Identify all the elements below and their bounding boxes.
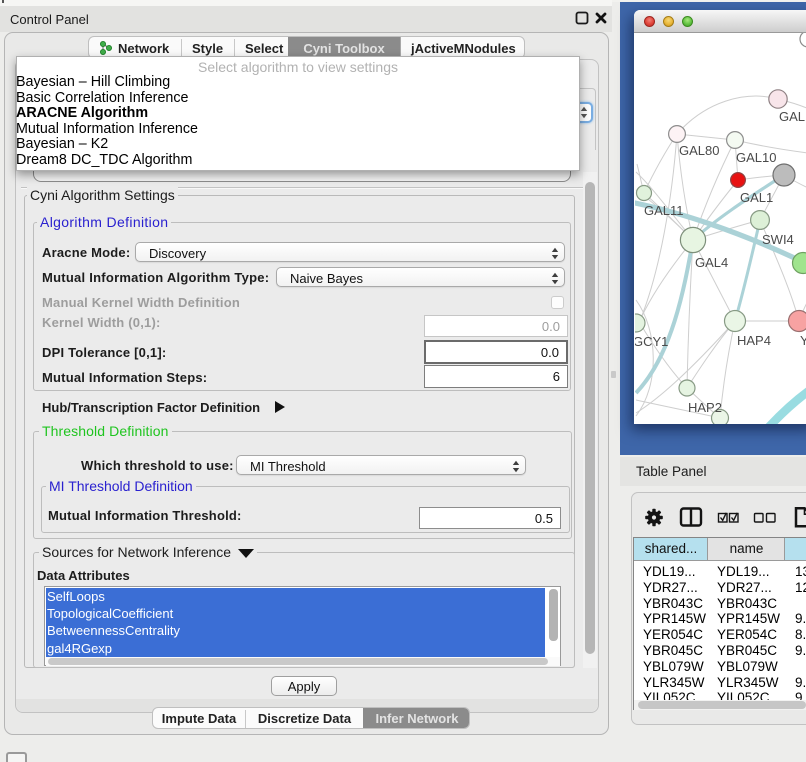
svg-text:HAP2: HAP2 bbox=[688, 400, 722, 415]
svg-text:GAL4: GAL4 bbox=[695, 255, 728, 270]
svg-text:SWI4: SWI4 bbox=[762, 232, 794, 247]
svg-text:GAL1: GAL1 bbox=[740, 190, 773, 205]
svg-text:GAL: GAL bbox=[779, 109, 805, 124]
svg-text:HAP4: HAP4 bbox=[737, 333, 771, 348]
svg-text:GCY1: GCY1 bbox=[635, 334, 668, 349]
svg-text:GAL11: GAL11 bbox=[644, 203, 684, 218]
svg-text:GAL80: GAL80 bbox=[679, 143, 719, 158]
svg-text:Y: Y bbox=[800, 333, 806, 348]
svg-text:GAL10: GAL10 bbox=[736, 150, 776, 165]
